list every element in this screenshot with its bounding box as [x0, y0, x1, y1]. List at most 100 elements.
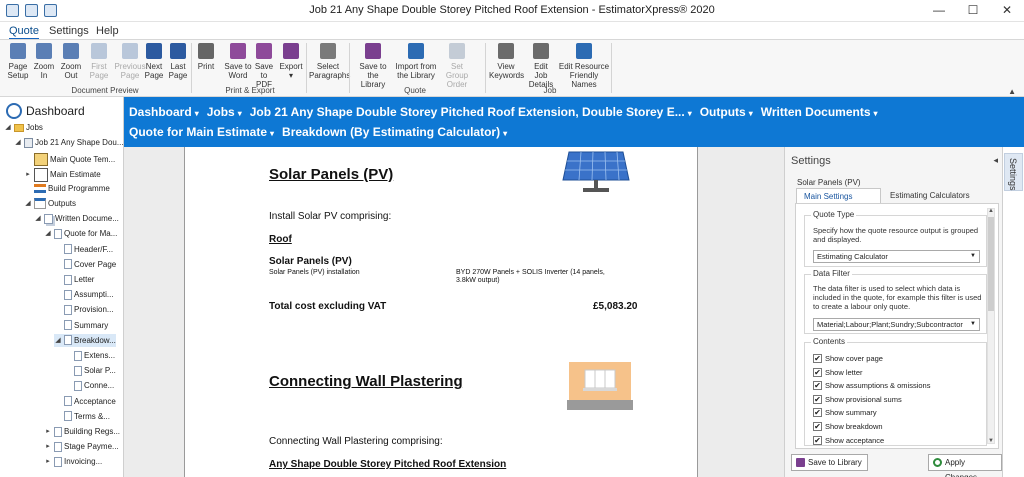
tree-item[interactable]: ◢ Outputs	[24, 197, 76, 210]
next-page-button[interactable]: Next Page	[143, 43, 165, 80]
breadcrumb-chevron-icon[interactable]: ▾	[195, 104, 199, 123]
expand-toggle-icon[interactable]: ◢	[34, 212, 42, 225]
view-keywords-button[interactable]: View Keywords	[489, 43, 524, 80]
apply-changes-button[interactable]: Apply Changes	[928, 454, 1002, 477]
contents-checkbox-row[interactable]: ✔ Show acceptance	[813, 435, 884, 445]
tree-item[interactable]: ◢ Quote for Ma...	[44, 227, 117, 240]
tree-item[interactable]: ▸ Main Estimate	[24, 167, 101, 183]
checkbox[interactable]: ✔	[813, 354, 822, 363]
tab-quote[interactable]: Quote	[9, 25, 39, 40]
tree-item[interactable]: Letter	[54, 273, 94, 286]
contents-checkbox-row[interactable]: ✔ Show summary	[813, 408, 877, 418]
close-button[interactable]: ✕	[990, 0, 1024, 22]
breadcrumb-outputs[interactable]: Outputs	[700, 103, 746, 122]
tree-item[interactable]: Summary	[54, 319, 108, 332]
tree-item[interactable]: ◢ Job 21 Any Shape Dou...	[14, 136, 123, 149]
maximize-button[interactable]: ☐	[956, 0, 990, 22]
contents-checkbox-row[interactable]: ✔ Show provisional sums	[813, 394, 902, 404]
page-setup-button[interactable]: Page Setup	[3, 43, 33, 80]
collapse-panel-icon[interactable]: ◂	[993, 155, 998, 166]
print-button[interactable]: Print	[195, 43, 217, 71]
tree-item[interactable]: Assumpti...	[54, 288, 114, 301]
expand-toggle-icon[interactable]: ◢	[4, 121, 12, 134]
collapse-ribbon-icon[interactable]: ▲	[1008, 87, 1016, 96]
tree-item[interactable]: Build Programme	[24, 182, 110, 195]
settings-side-tab-label[interactable]: Settings	[1004, 153, 1023, 191]
breadcrumb-chevron-icon[interactable]: ▾	[503, 124, 507, 143]
tree-item[interactable]: Conne...	[64, 379, 114, 392]
zoom-out-button[interactable]: Zoom Out	[57, 43, 85, 80]
breadcrumb-breakdown[interactable]: Breakdown (By Estimating Calculator)	[282, 123, 500, 142]
expand-toggle-icon[interactable]: ◢	[14, 136, 22, 149]
import-library-button[interactable]: Import from the Library	[393, 43, 439, 80]
save-to-library-button[interactable]: Save to the Library	[353, 43, 393, 89]
expand-toggle-icon[interactable]: ▸	[44, 425, 52, 438]
tree-item[interactable]: Header/F...	[54, 243, 113, 256]
layout-icon[interactable]	[44, 4, 57, 17]
tab-help[interactable]: Help	[96, 25, 119, 37]
breadcrumb-chevron-icon[interactable]: ▾	[749, 104, 753, 123]
tree-item[interactable]: ▸ Stage Payme...	[44, 440, 119, 453]
contents-checkbox-row[interactable]: ✔ Show assumptions & omissions	[813, 381, 930, 391]
expand-toggle-icon[interactable]: ▸	[44, 440, 52, 453]
app-icon[interactable]	[6, 4, 19, 17]
first-page-button[interactable]: First Page	[87, 43, 111, 80]
tree-item[interactable]: Terms &...	[54, 410, 110, 423]
checkbox[interactable]: ✔	[813, 394, 822, 404]
set-group-order-button[interactable]: Set Group Order	[439, 43, 475, 89]
scroll-down-icon[interactable]: ▼	[988, 438, 994, 444]
checkbox[interactable]: ✔	[813, 422, 822, 431]
edit-job-details-button[interactable]: Edit Job Details	[527, 43, 555, 89]
contents-checkbox-row[interactable]: ✔ Show breakdown	[813, 422, 883, 431]
tree-item[interactable]: Provision...	[54, 303, 114, 316]
tree-item[interactable]: ▸ Invoicing...	[44, 455, 102, 468]
export-button[interactable]: Export ▾	[278, 43, 304, 80]
scroll-up-icon[interactable]: ▲	[988, 208, 994, 214]
document-preview[interactable]: Solar Panels (PV) Install Solar PV compr…	[124, 147, 784, 477]
contents-checkbox-row[interactable]: ✔ Show letter	[813, 367, 863, 377]
breadcrumb-job[interactable]: Job 21 Any Shape Double Storey Pitched R…	[250, 103, 685, 122]
expand-toggle-icon[interactable]: ◢	[54, 334, 62, 347]
save-to-library-button[interactable]: Save to Library	[791, 454, 868, 471]
checkbox[interactable]: ✔	[813, 367, 822, 377]
zoom-in-button[interactable]: Zoom In	[31, 43, 57, 80]
save-to-word-button[interactable]: Save to Word	[224, 43, 252, 80]
last-page-button[interactable]: Last Page	[167, 43, 189, 80]
quote-type-select[interactable]: Estimating Calculator ▼	[813, 250, 980, 263]
breadcrumb-chevron-icon[interactable]: ▾	[238, 104, 242, 123]
tree-item[interactable]: Main Quote Tem...	[24, 151, 115, 167]
settings-scrollbar[interactable]: ▲ ▼	[987, 208, 995, 444]
breadcrumb-jobs[interactable]: Jobs	[207, 103, 235, 122]
breadcrumb-chevron-icon[interactable]: ▾	[874, 104, 878, 123]
settings-side-tab[interactable]: Settings	[1002, 147, 1024, 477]
tab-estimating-calculators[interactable]: Estimating Calculators	[883, 188, 977, 204]
tree-item[interactable]: ◢ Written Docume...	[34, 212, 119, 225]
previous-page-button[interactable]: Previous Page	[113, 43, 147, 80]
breadcrumb-chevron-icon[interactable]: ▾	[270, 124, 274, 143]
checkbox[interactable]: ✔	[813, 435, 822, 445]
breadcrumb-dashboard[interactable]: Dashboard	[129, 103, 192, 122]
expand-toggle-icon[interactable]: ◢	[24, 197, 32, 210]
tree-item[interactable]: Cover Page	[54, 258, 116, 271]
minimize-button[interactable]: —	[922, 0, 956, 22]
checkbox[interactable]: ✔	[813, 408, 822, 418]
tree-item[interactable]: Acceptance	[54, 395, 116, 408]
scrollbar-thumb[interactable]	[988, 217, 994, 311]
breadcrumb-chevron-icon[interactable]: ▾	[688, 104, 692, 123]
tree-item[interactable]: Solar P...	[64, 364, 116, 377]
tree-item[interactable]: ◢ Breakdow...	[54, 333, 116, 347]
select-paragraphs-button[interactable]: Select Paragraphs	[309, 43, 350, 80]
contents-checkbox-row[interactable]: ✔ Show cover page	[813, 354, 883, 363]
tab-settings[interactable]: Settings	[49, 25, 89, 37]
save-icon[interactable]	[25, 4, 38, 17]
checkbox[interactable]: ✔	[813, 381, 822, 391]
expand-toggle-icon[interactable]: ◢	[44, 227, 52, 240]
save-to-pdf-button[interactable]: Save to PDF	[252, 43, 276, 89]
tree-item[interactable]: Extens...	[64, 349, 115, 362]
tree-item[interactable]: ▸ Building Regs...	[44, 425, 120, 438]
tree-item[interactable]: ◢ Jobs	[4, 121, 43, 134]
edit-resource-names-button[interactable]: Edit Resource Friendly Names	[557, 43, 611, 89]
data-filter-select[interactable]: Material;Labour;Plant;Sundry;Subcontract…	[813, 318, 980, 331]
breadcrumb-written-documents[interactable]: Written Documents	[761, 103, 871, 122]
expand-toggle-icon[interactable]: ▸	[24, 168, 32, 181]
